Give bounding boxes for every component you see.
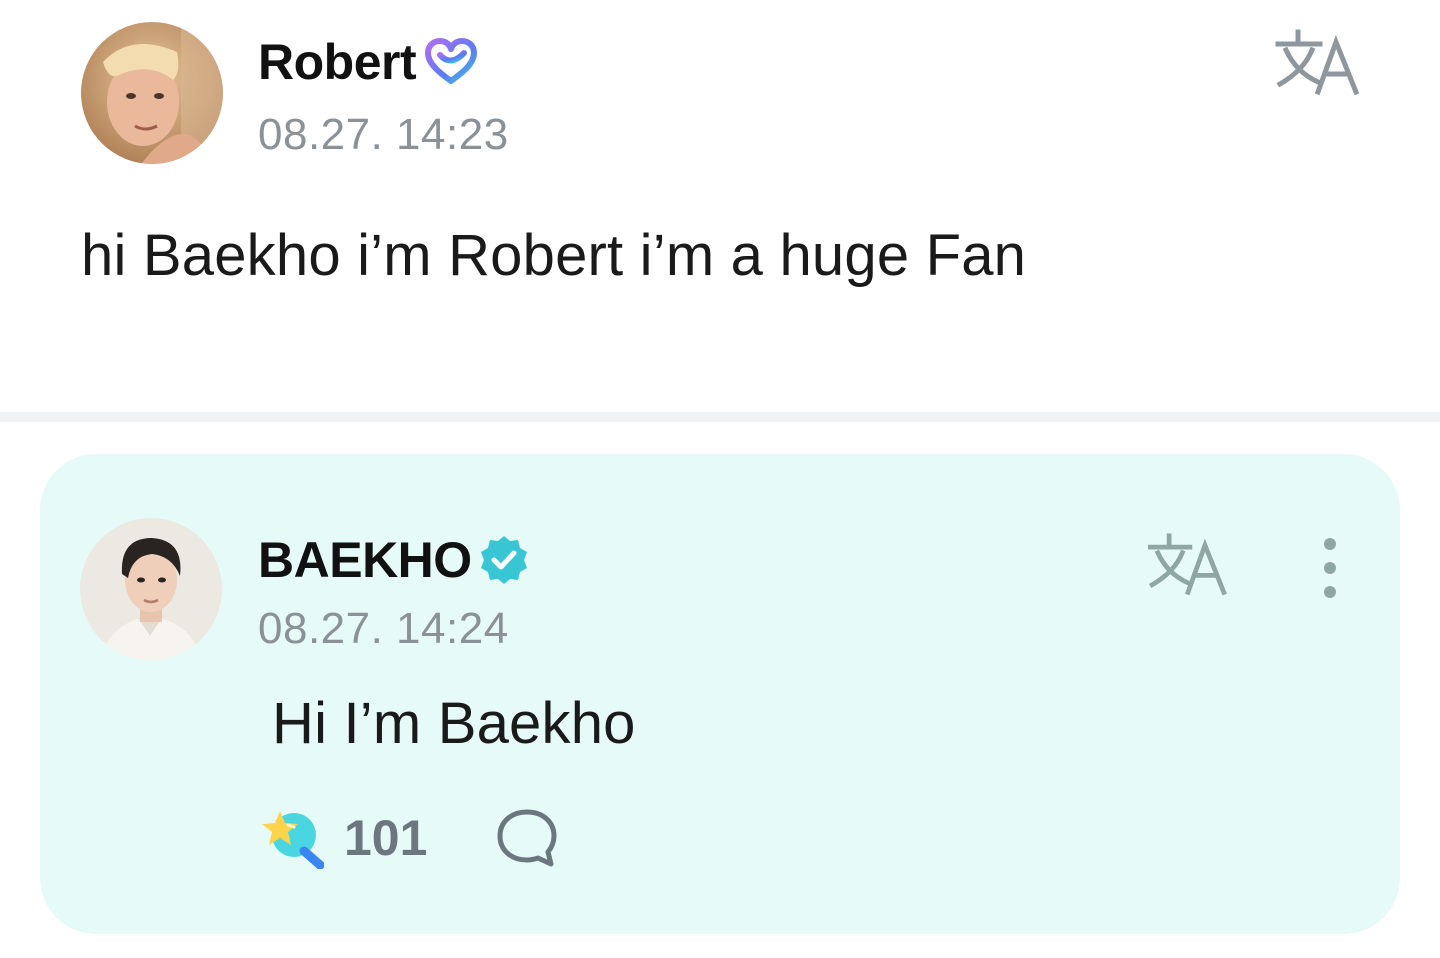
author-row: Robert	[258, 32, 480, 92]
reaction-bar: 101	[258, 806, 559, 870]
more-vertical-icon[interactable]	[1314, 536, 1346, 600]
author-name[interactable]: Robert	[258, 33, 417, 91]
post-timestamp: 08.27. 14:23	[258, 110, 509, 159]
translate-icon[interactable]	[1274, 28, 1362, 103]
like-count: 101	[344, 810, 428, 866]
fan-post: Robert 08.27. 14:23 hi Baekho i’m Robert…	[0, 0, 1440, 412]
heart-badge-icon	[422, 37, 480, 87]
artist-reply-card: BAEKHO 08.27. 14:24 Hi I’m Baekho 101	[40, 454, 1400, 934]
comment-thread: Robert 08.27. 14:23 hi Baekho i’m Robert…	[0, 0, 1440, 958]
star-wand-icon[interactable]	[258, 807, 324, 869]
divider	[0, 412, 1440, 422]
post-body: hi Baekho i’m Robert i’m a huge Fan	[81, 223, 1027, 288]
verified-badge-icon	[478, 534, 530, 586]
reply-body: Hi I’m Baekho	[272, 691, 636, 756]
avatar[interactable]	[80, 518, 222, 660]
translate-icon[interactable]	[1146, 532, 1230, 603]
comment-bubble-icon[interactable]	[495, 807, 559, 869]
author-name[interactable]: BAEKHO	[258, 531, 472, 589]
avatar[interactable]	[81, 22, 223, 164]
reply-timestamp: 08.27. 14:24	[258, 604, 509, 653]
author-row: BAEKHO	[258, 530, 530, 590]
